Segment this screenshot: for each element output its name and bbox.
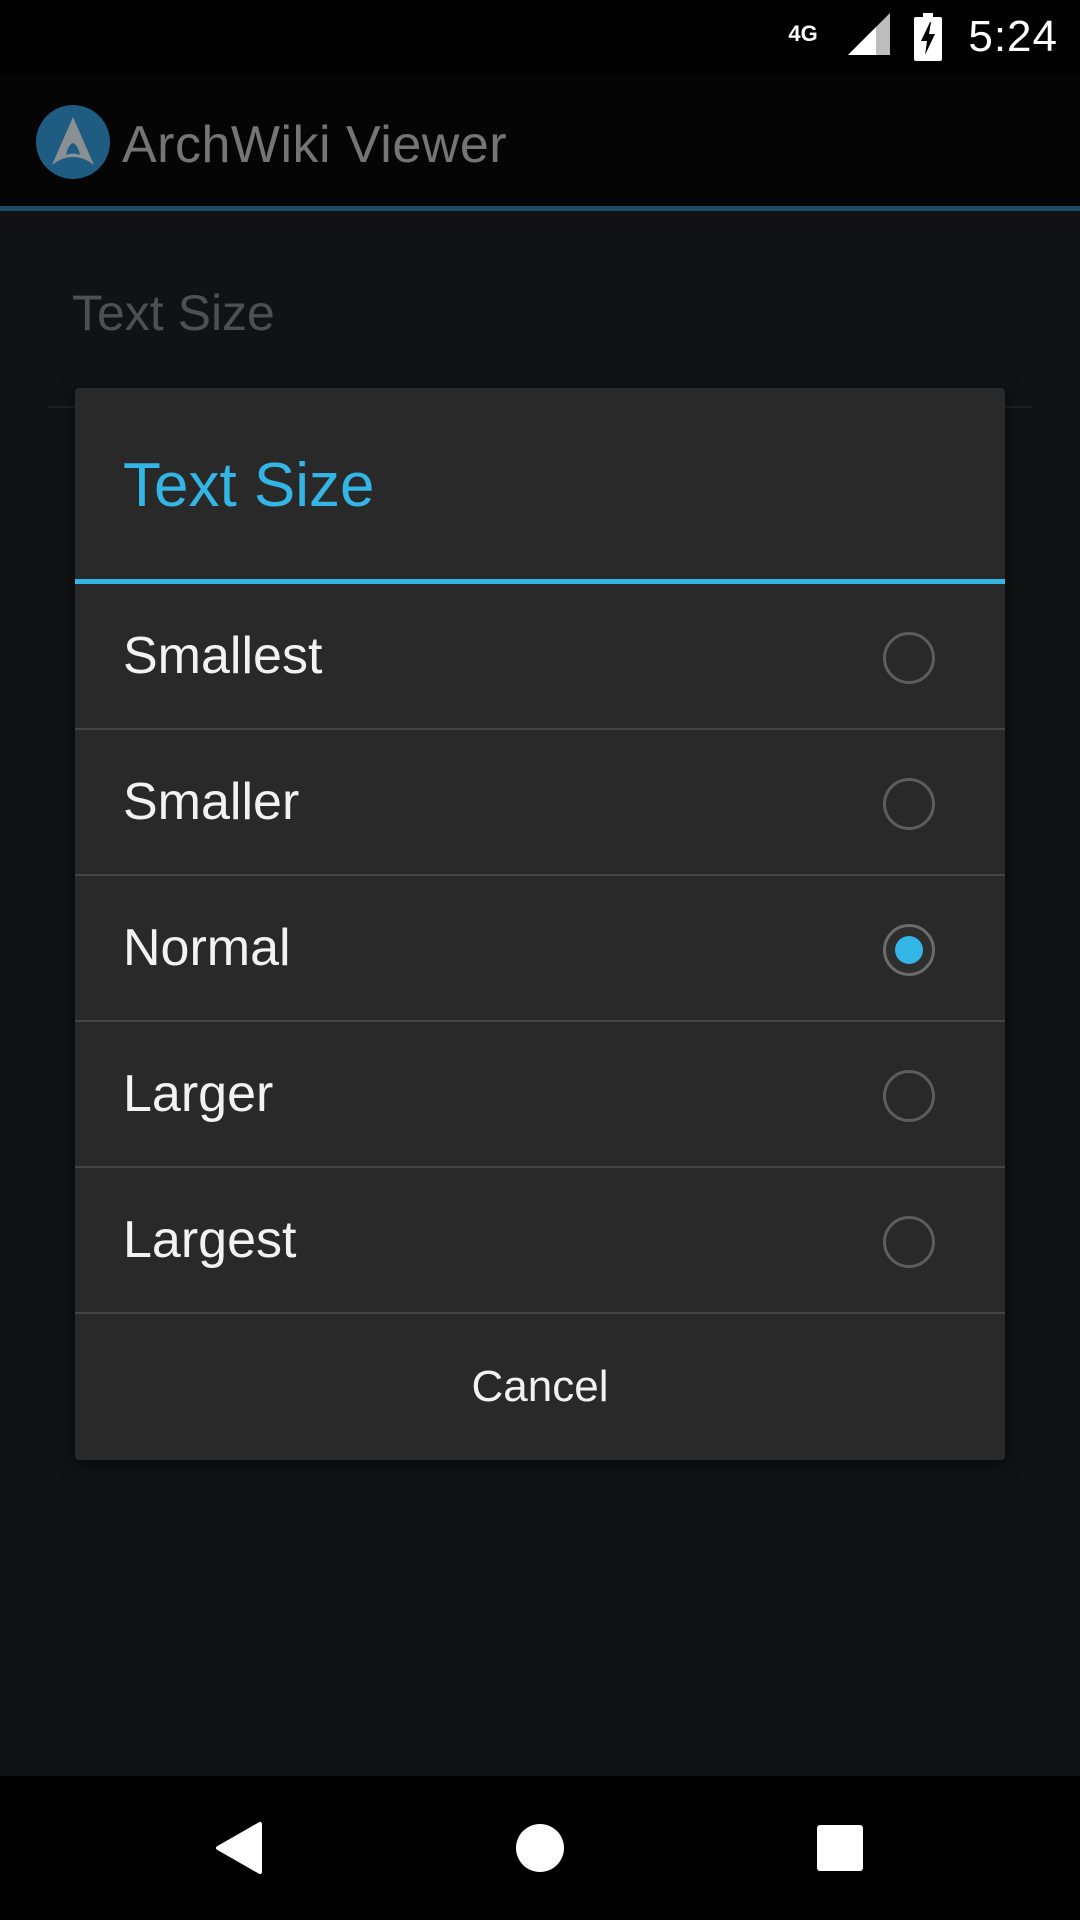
option-smaller[interactable]: Smaller <box>75 730 1005 876</box>
option-label: Smallest <box>123 627 323 685</box>
radio-selected-dot <box>895 936 923 964</box>
signal-icon <box>848 13 891 55</box>
option-smallest[interactable]: Smallest <box>75 584 1005 730</box>
status-bar: 4G 5:24 <box>0 0 1080 73</box>
radio-button[interactable] <box>883 778 935 830</box>
radio-button-checked[interactable] <box>883 924 935 976</box>
options-list: Smallest Smaller Normal Larger Largest <box>75 584 1005 1314</box>
option-label: Larger <box>123 1065 274 1123</box>
status-icons: 4G 5:24 <box>788 0 1058 73</box>
cancel-label: Cancel <box>471 1362 609 1411</box>
arch-linux-logo-icon[interactable] <box>36 105 110 179</box>
network-indicator: 4G <box>788 9 914 64</box>
action-bar: ArchWiki Viewer <box>0 73 1080 211</box>
option-label: Largest <box>123 1211 297 1269</box>
option-largest[interactable]: Largest <box>75 1168 1005 1314</box>
radio-button[interactable] <box>883 1070 935 1122</box>
recent-apps-icon[interactable] <box>802 1810 878 1886</box>
clock: 5:24 <box>968 11 1058 61</box>
cancel-button[interactable]: Cancel <box>75 1314 1005 1460</box>
option-normal[interactable]: Normal <box>75 876 1005 1022</box>
screen: 4G 5:24 ArchWiki Viewer Text Size Text S… <box>0 0 1080 1920</box>
navigation-bar <box>0 1776 1080 1920</box>
app-title: ArchWiki Viewer <box>122 116 508 174</box>
dialog-title: Text Size <box>123 451 375 520</box>
text-size-dialog: Text Size Smallest Smaller Normal Larger <box>75 388 1005 1460</box>
preference-title[interactable]: Text Size <box>72 284 275 342</box>
back-icon[interactable] <box>202 1810 278 1886</box>
option-larger[interactable]: Larger <box>75 1022 1005 1168</box>
option-label: Smaller <box>123 773 300 831</box>
radio-button[interactable] <box>883 1216 935 1268</box>
home-icon[interactable] <box>502 1810 578 1886</box>
battery-charging-icon <box>914 12 943 61</box>
network-type-label: 4G <box>788 21 818 46</box>
option-label: Normal <box>123 919 291 977</box>
radio-button[interactable] <box>883 632 935 684</box>
